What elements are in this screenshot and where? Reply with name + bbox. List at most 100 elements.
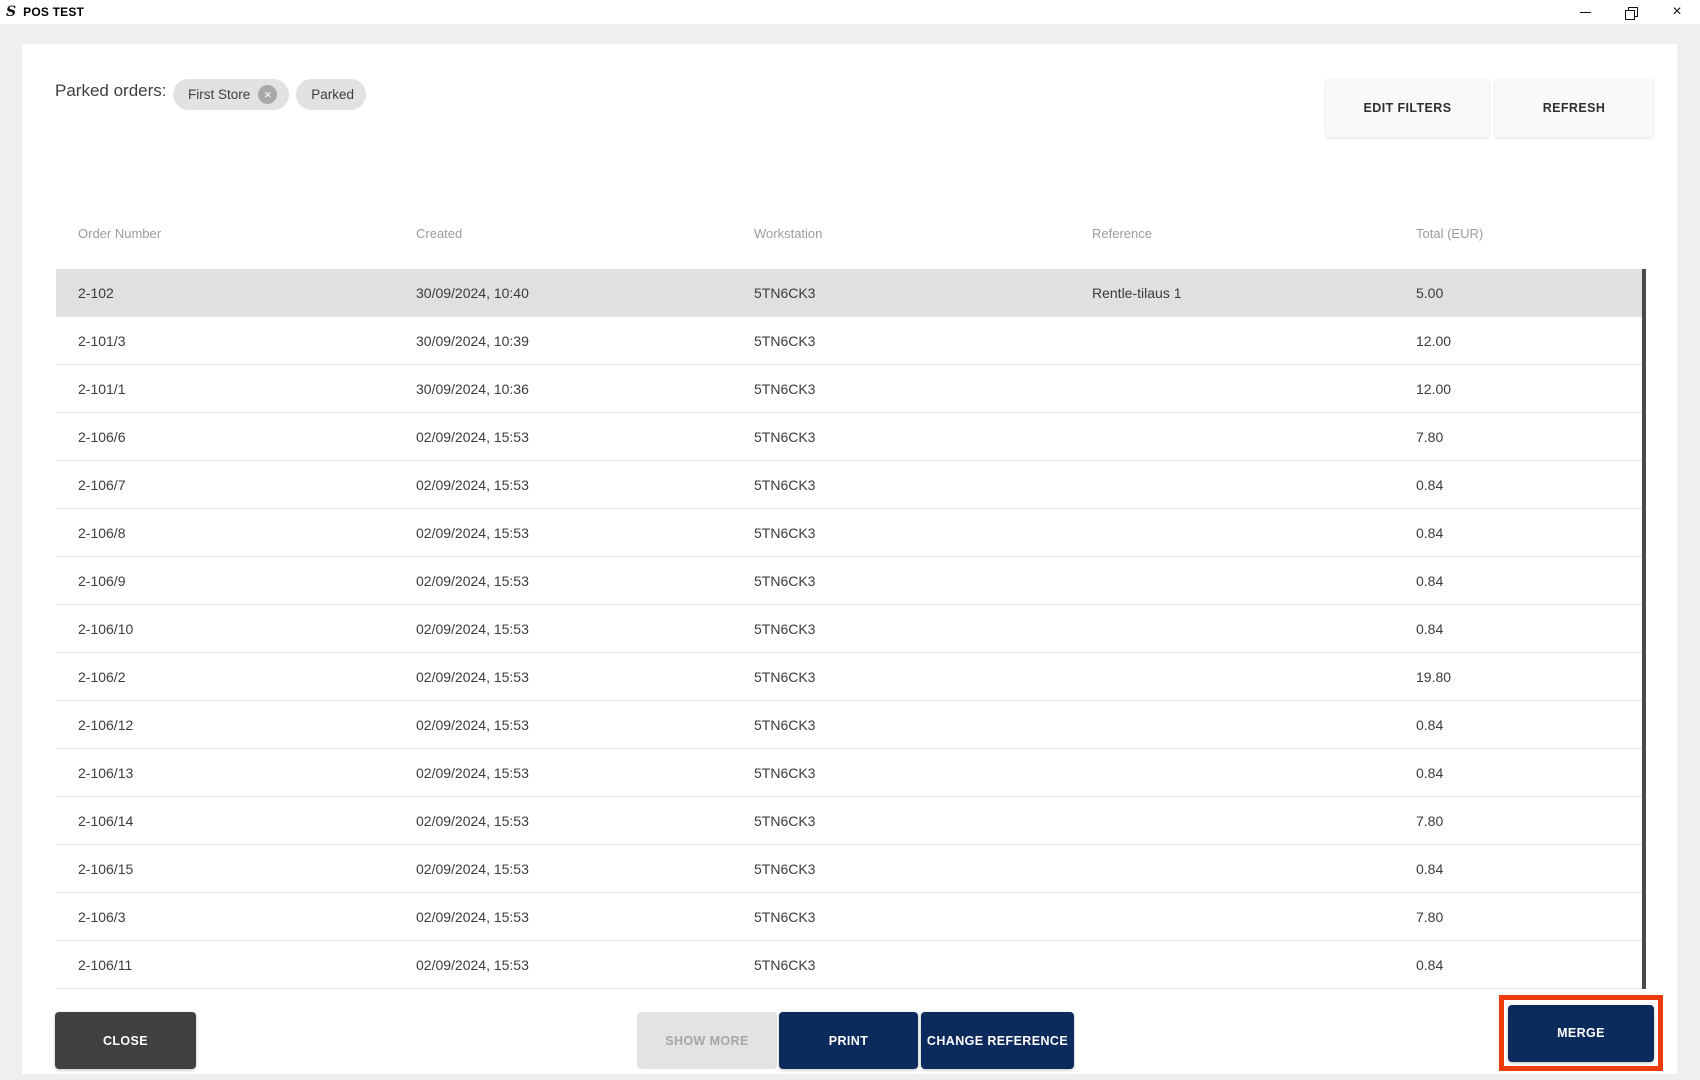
chip-remove-icon[interactable]: × [258,85,277,104]
cell-workstation: 5TN6CK3 [754,957,815,973]
chip-first-store: First Store × [173,79,289,110]
table-row[interactable]: 2-106/14 02/09/2024, 15:53 5TN6CK3 7.80 [56,797,1642,845]
column-header-workstation: Workstation [754,226,822,241]
cell-workstation: 5TN6CK3 [754,909,815,925]
change-reference-button[interactable]: CHANGE REFERENCE [921,1012,1074,1069]
cell-workstation: 5TN6CK3 [754,669,815,685]
cell-order-number: 2-106/9 [78,573,125,589]
title-bar: S POS TEST × [0,0,1700,24]
cell-created: 30/09/2024, 10:40 [416,285,529,301]
parked-orders-dialog: Parked orders: First Store × Parked EDIT… [22,44,1677,1074]
cell-created: 30/09/2024, 10:39 [416,333,529,349]
cell-created: 02/09/2024, 15:53 [416,621,529,637]
cell-created: 02/09/2024, 15:53 [416,765,529,781]
cell-order-number: 2-106/6 [78,429,125,445]
cell-order-number: 2-106/3 [78,909,125,925]
cell-order-number: 2-106/7 [78,477,125,493]
cell-total: 0.84 [1416,525,1443,541]
restore-button[interactable] [1608,0,1654,24]
merge-button[interactable]: MERGE [1508,1005,1654,1062]
table-row[interactable]: 2-106/2 02/09/2024, 15:53 5TN6CK3 19.80 [56,653,1642,701]
chip-first-store-label: First Store [188,87,250,102]
cell-total: 0.84 [1416,957,1443,973]
cell-workstation: 5TN6CK3 [754,813,815,829]
minimize-icon [1580,12,1591,13]
table-row[interactable]: 2-106/13 02/09/2024, 15:53 5TN6CK3 0.84 [56,749,1642,797]
table-row[interactable]: 2-106/7 02/09/2024, 15:53 5TN6CK3 0.84 [56,461,1642,509]
restore-icon [1625,7,1637,18]
cell-created: 02/09/2024, 15:53 [416,909,529,925]
table-row[interactable]: 2-106/9 02/09/2024, 15:53 5TN6CK3 0.84 [56,557,1642,605]
cell-workstation: 5TN6CK3 [754,429,815,445]
cell-order-number: 2-106/13 [78,765,133,781]
cell-order-number: 2-106/2 [78,669,125,685]
cell-order-number: 2-106/12 [78,717,133,733]
cell-order-number: 2-106/11 [78,957,132,973]
cell-created: 02/09/2024, 15:53 [416,573,529,589]
table-row[interactable]: 2-106/8 02/09/2024, 15:53 5TN6CK3 0.84 [56,509,1642,557]
column-header-created: Created [416,226,462,241]
table-scrollbar[interactable] [1642,269,1646,989]
show-more-button[interactable]: SHOW MORE [637,1012,777,1069]
filter-chips: First Store × Parked [173,79,366,110]
column-header-reference: Reference [1092,226,1152,241]
cell-workstation: 5TN6CK3 [754,477,815,493]
cell-total: 12.00 [1416,381,1451,397]
table-row[interactable]: 2-101/3 30/09/2024, 10:39 5TN6CK3 12.00 [56,317,1642,365]
table-row[interactable]: 2-102 30/09/2024, 10:40 5TN6CK3 Rentle-t… [56,269,1642,317]
cell-reference: Rentle-tilaus 1 [1092,285,1182,301]
close-window-button[interactable]: × [1654,0,1700,24]
cell-workstation: 5TN6CK3 [754,381,815,397]
table-row[interactable]: 2-106/6 02/09/2024, 15:53 5TN6CK3 7.80 [56,413,1642,461]
cell-created: 02/09/2024, 15:53 [416,957,529,973]
cell-workstation: 5TN6CK3 [754,621,815,637]
cell-created: 02/09/2024, 15:53 [416,813,529,829]
cell-order-number: 2-102 [78,285,114,301]
cell-created: 02/09/2024, 15:53 [416,717,529,733]
cell-total: 0.84 [1416,573,1443,589]
minimize-button[interactable] [1562,0,1608,24]
cell-order-number: 2-106/10 [78,621,133,637]
cell-workstation: 5TN6CK3 [754,285,815,301]
cell-total: 7.80 [1416,813,1443,829]
cell-order-number: 2-101/3 [78,333,125,349]
merge-highlight-outline: MERGE [1499,995,1663,1071]
cell-total: 0.84 [1416,621,1443,637]
app-logo-icon: S [6,5,16,19]
close-icon: × [1672,4,1681,20]
edit-filters-button[interactable]: EDIT FILTERS [1326,79,1489,137]
table-row[interactable]: 2-106/15 02/09/2024, 15:53 5TN6CK3 0.84 [56,845,1642,893]
cell-order-number: 2-106/14 [78,813,133,829]
cell-order-number: 2-106/8 [78,525,125,541]
cell-total: 5.00 [1416,285,1443,301]
table-row[interactable]: 2-106/3 02/09/2024, 15:53 5TN6CK3 7.80 [56,893,1642,941]
table-row[interactable]: 2-106/10 02/09/2024, 15:53 5TN6CK3 0.84 [56,605,1642,653]
table-row[interactable]: 2-101/1 30/09/2024, 10:36 5TN6CK3 12.00 [56,365,1642,413]
cell-workstation: 5TN6CK3 [754,333,815,349]
table-body: 2-102 30/09/2024, 10:40 5TN6CK3 Rentle-t… [56,269,1642,989]
cell-total: 0.84 [1416,717,1443,733]
cell-workstation: 5TN6CK3 [754,765,815,781]
window-controls: × [1562,0,1700,24]
cell-workstation: 5TN6CK3 [754,861,815,877]
cell-created: 02/09/2024, 15:53 [416,525,529,541]
close-button[interactable]: CLOSE [55,1012,196,1069]
cell-order-number: 2-101/1 [78,381,125,397]
cell-total: 7.80 [1416,909,1443,925]
cell-created: 02/09/2024, 15:53 [416,669,529,685]
cell-total: 12.00 [1416,333,1451,349]
parked-orders-label: Parked orders: [55,81,167,101]
table-row[interactable]: 2-106/12 02/09/2024, 15:53 5TN6CK3 0.84 [56,701,1642,749]
refresh-button[interactable]: REFRESH [1495,79,1653,137]
window-title: POS TEST [23,5,84,19]
column-header-total: Total (EUR) [1416,226,1483,241]
cell-total: 0.84 [1416,765,1443,781]
cell-workstation: 5TN6CK3 [754,717,815,733]
cell-created: 02/09/2024, 15:53 [416,477,529,493]
cell-created: 30/09/2024, 10:36 [416,381,529,397]
cell-total: 7.80 [1416,429,1443,445]
table-row[interactable]: 2-106/11 02/09/2024, 15:53 5TN6CK3 0.84 [56,941,1642,989]
print-button[interactable]: PRINT [779,1012,918,1069]
cell-total: 0.84 [1416,861,1443,877]
cell-created: 02/09/2024, 15:53 [416,429,529,445]
